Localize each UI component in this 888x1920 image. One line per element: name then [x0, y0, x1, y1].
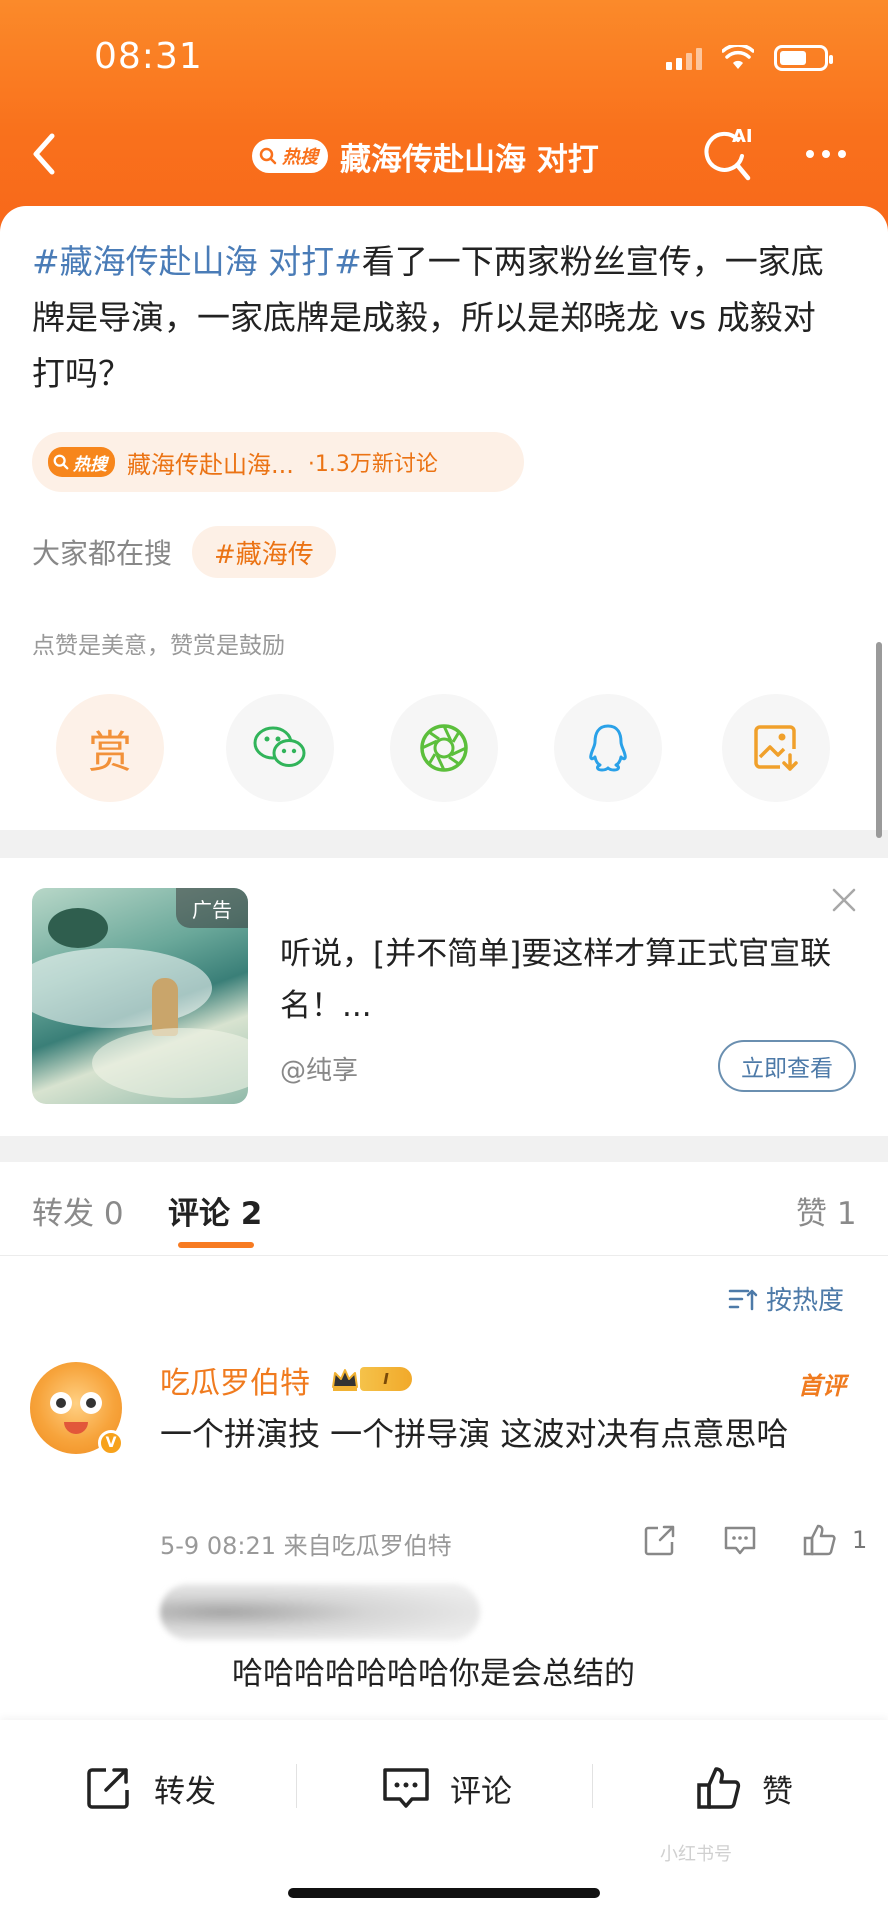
tab-reposts[interactable]: 转发 0	[32, 1188, 124, 1233]
divider	[592, 1764, 593, 1808]
active-tab-indicator	[178, 1242, 254, 1248]
search-icon	[53, 454, 69, 470]
repost-label: 转发	[154, 1773, 216, 1810]
hot-topic-badge-label: 热搜	[73, 454, 107, 475]
comments-section: 转发 0 评论 2 赞 1 按热度 V 吃瓜罗伯特 I 首评 一个拼演技 一个拼…	[0, 1162, 888, 1722]
comment-author[interactable]: 吃瓜罗伯特	[160, 1358, 310, 1402]
tab-likes[interactable]: 赞 1	[796, 1188, 857, 1233]
hot-topic-badge: 热搜	[48, 447, 115, 477]
first-comment-badge: 首评	[798, 1372, 846, 1400]
back-icon[interactable]	[20, 124, 70, 184]
ai-label: AI	[732, 126, 753, 147]
page-title: 藏海传赴山海 对打	[340, 141, 599, 178]
home-indicator[interactable]	[288, 1888, 600, 1898]
redacted-reply-author	[160, 1584, 480, 1640]
wechat-icon	[253, 726, 306, 767]
like-button[interactable]: 赞	[694, 1756, 793, 1820]
repost-icon	[87, 1768, 129, 1809]
avatar[interactable]: V	[30, 1362, 124, 1456]
comment-icon[interactable]	[720, 1520, 760, 1560]
hot-search-badge: 热搜	[252, 139, 328, 173]
status-icons	[666, 42, 833, 74]
comment-icon	[383, 1768, 429, 1808]
sort-icon	[728, 1289, 758, 1310]
comment-label: 评论	[450, 1773, 512, 1810]
status-time: 08:31	[94, 36, 203, 77]
save-image-icon	[754, 725, 798, 771]
member-badge[interactable]: I	[330, 1364, 416, 1394]
ad-text[interactable]: 听说，[并不简单]要这样才算正式官宣联名！...	[280, 928, 840, 1032]
comment-button[interactable]: 评论	[380, 1756, 512, 1820]
qq-icon	[589, 724, 627, 772]
related-search-chip[interactable]: #藏海传	[192, 526, 336, 578]
reward-button[interactable]: 赏	[56, 694, 164, 802]
reply-text: 哈哈哈哈哈哈哈你是会总结的	[232, 1656, 635, 1692]
moments-share-button[interactable]	[390, 694, 498, 802]
reward-label: 赏	[88, 727, 132, 778]
repost-button[interactable]: 转发	[84, 1756, 216, 1820]
wifi-icon	[722, 45, 754, 69]
share-icon[interactable]	[640, 1520, 680, 1560]
signal-icon	[666, 46, 702, 70]
sort-toggle[interactable]: 按热度	[728, 1280, 844, 1317]
nav-title-group[interactable]: 热搜 藏海传赴山海 对打	[252, 128, 599, 184]
detail-tabs: 转发 0 评论 2 赞 1	[0, 1162, 888, 1256]
header-bar: 08:31 热搜 藏海传赴山海 对打 AI	[0, 0, 888, 240]
member-level: I	[360, 1367, 412, 1391]
like-icon[interactable]	[800, 1520, 840, 1560]
save-image-button[interactable]	[722, 694, 830, 802]
comment-actions: 1	[640, 1518, 867, 1562]
post-content: #藏海传赴山海 对打#看了一下两家粉丝宣传，一家底牌是导演，一家底牌是成毅，所以…	[32, 234, 832, 402]
search-icon	[259, 147, 277, 165]
close-icon[interactable]	[828, 884, 860, 916]
battery-icon	[774, 45, 833, 71]
like-label: 赞	[762, 1773, 793, 1810]
qq-share-button[interactable]	[554, 694, 662, 802]
comment-text: 一个拼演技 一个拼导演 这波对决有点意思哈	[160, 1415, 789, 1453]
ai-search-icon[interactable]: AI	[700, 122, 760, 186]
watermark: 小红书号	[660, 1844, 732, 1865]
tab-comments[interactable]: 评论 2	[168, 1188, 262, 1233]
ad-view-button[interactable]: 立即查看	[718, 1040, 856, 1092]
like-count: 1	[852, 1526, 868, 1554]
scrollbar[interactable]	[876, 642, 882, 838]
ad-source[interactable]: @纯享	[280, 1050, 358, 1087]
share-row: 赏	[0, 694, 888, 804]
ad-badge: 广告	[176, 888, 248, 928]
hot-search-label: 热搜	[282, 147, 318, 168]
sort-label: 按热度	[766, 1286, 845, 1316]
hot-topic-count: ·1.3万新讨论	[307, 452, 438, 477]
hot-topic-name: 藏海传赴山海...	[127, 450, 294, 479]
reward-tip: 点赞是美意，赞赏是鼓励	[32, 633, 285, 659]
divider	[296, 1764, 297, 1808]
more-icon[interactable]	[806, 150, 846, 158]
post-card: #藏海传赴山海 对打#看了一下两家粉丝宣传，一家底牌是导演，一家底牌是成毅，所以…	[0, 206, 888, 838]
wechat-share-button[interactable]	[226, 694, 334, 802]
ad-image[interactable]: 广告	[32, 888, 248, 1104]
bottom-action-bar: 转发 评论 赞 小红书号	[0, 1720, 888, 1920]
like-icon	[697, 1767, 741, 1809]
verified-icon: V	[98, 1430, 124, 1456]
related-search-row: 大家都在搜 #藏海传	[32, 524, 336, 580]
related-search-label: 大家都在搜	[32, 537, 173, 570]
hot-topic-chip[interactable]: 热搜 藏海传赴山海... ·1.3万新讨论	[32, 432, 524, 492]
comment-meta: 5-9 08:21 来自吃瓜罗伯特	[160, 1532, 452, 1560]
moments-icon	[420, 724, 468, 772]
ad-card[interactable]: 广告 听说，[并不简单]要这样才算正式官宣联名！... @纯享 立即查看	[0, 858, 888, 1136]
post-hashtag[interactable]: #藏海传赴山海 对打#	[32, 242, 362, 281]
crown-icon	[332, 1369, 358, 1391]
